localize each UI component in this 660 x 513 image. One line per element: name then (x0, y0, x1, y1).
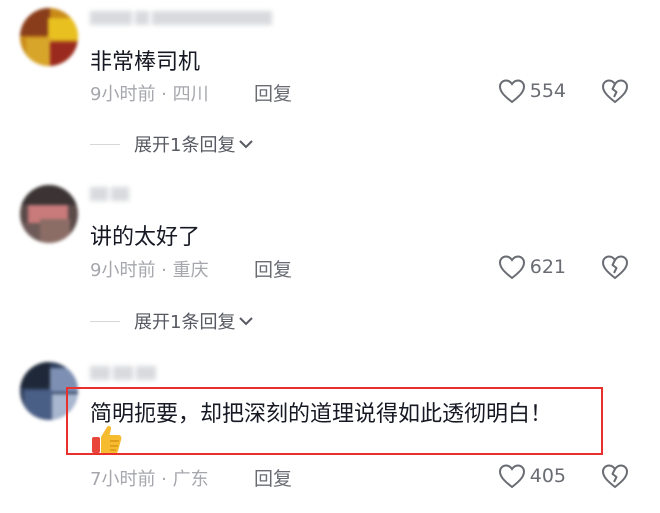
like-count: 554 (529, 80, 566, 102)
avatar[interactable] (20, 8, 78, 66)
time-location: 9小时前 · 四川 (90, 84, 209, 105)
heart-outline-icon (498, 255, 525, 280)
like-count: 405 (529, 465, 566, 487)
broken-heart-icon[interactable] (600, 76, 630, 106)
like-count: 621 (529, 256, 566, 278)
like-button[interactable]: 405 (498, 461, 566, 491)
time-location: 7小时前 · 广东 (90, 469, 209, 490)
avatar[interactable] (20, 185, 78, 243)
username-blurred[interactable] (90, 10, 272, 26)
avatar[interactable] (20, 362, 78, 420)
thumbs-up-emoji (92, 425, 122, 454)
expand-replies-label: 展开1条回复 (134, 135, 236, 156)
expand-replies-label: 展开1条回复 (134, 312, 236, 333)
reply-button[interactable]: 回复 (254, 255, 292, 282)
like-button[interactable]: 621 (498, 252, 566, 282)
comment-meta: 9小时前 · 重庆 回复 621 (90, 252, 630, 282)
broken-heart-icon[interactable] (600, 461, 630, 491)
comment-text: 讲的太好了 (90, 225, 201, 250)
expand-replies-button[interactable]: 展开1条回复 (90, 306, 254, 336)
divider (90, 320, 120, 322)
comment-meta: 9小时前 · 四川 回复 554 (90, 76, 630, 106)
comment-meta: 7小时前 · 广东 回复 405 (90, 461, 630, 491)
divider (90, 143, 120, 145)
chevron-down-icon (239, 317, 254, 326)
time-location: 9小时前 · 重庆 (90, 260, 209, 281)
broken-heart-icon[interactable] (600, 252, 630, 282)
comment-text: 非常棒司机 (90, 50, 201, 75)
comment-text: 简明扼要，却把深刻的道理说得如此透彻明白！ (90, 402, 553, 427)
username-blurred[interactable] (90, 186, 129, 202)
expand-replies-button[interactable]: 展开1条回复 (90, 129, 254, 159)
reply-button[interactable]: 回复 (254, 79, 292, 106)
reply-button[interactable]: 回复 (254, 464, 292, 491)
heart-outline-icon (498, 464, 525, 489)
chevron-down-icon (239, 140, 254, 149)
heart-outline-icon (498, 79, 525, 104)
like-button[interactable]: 554 (498, 76, 566, 106)
username-blurred[interactable] (90, 365, 156, 381)
